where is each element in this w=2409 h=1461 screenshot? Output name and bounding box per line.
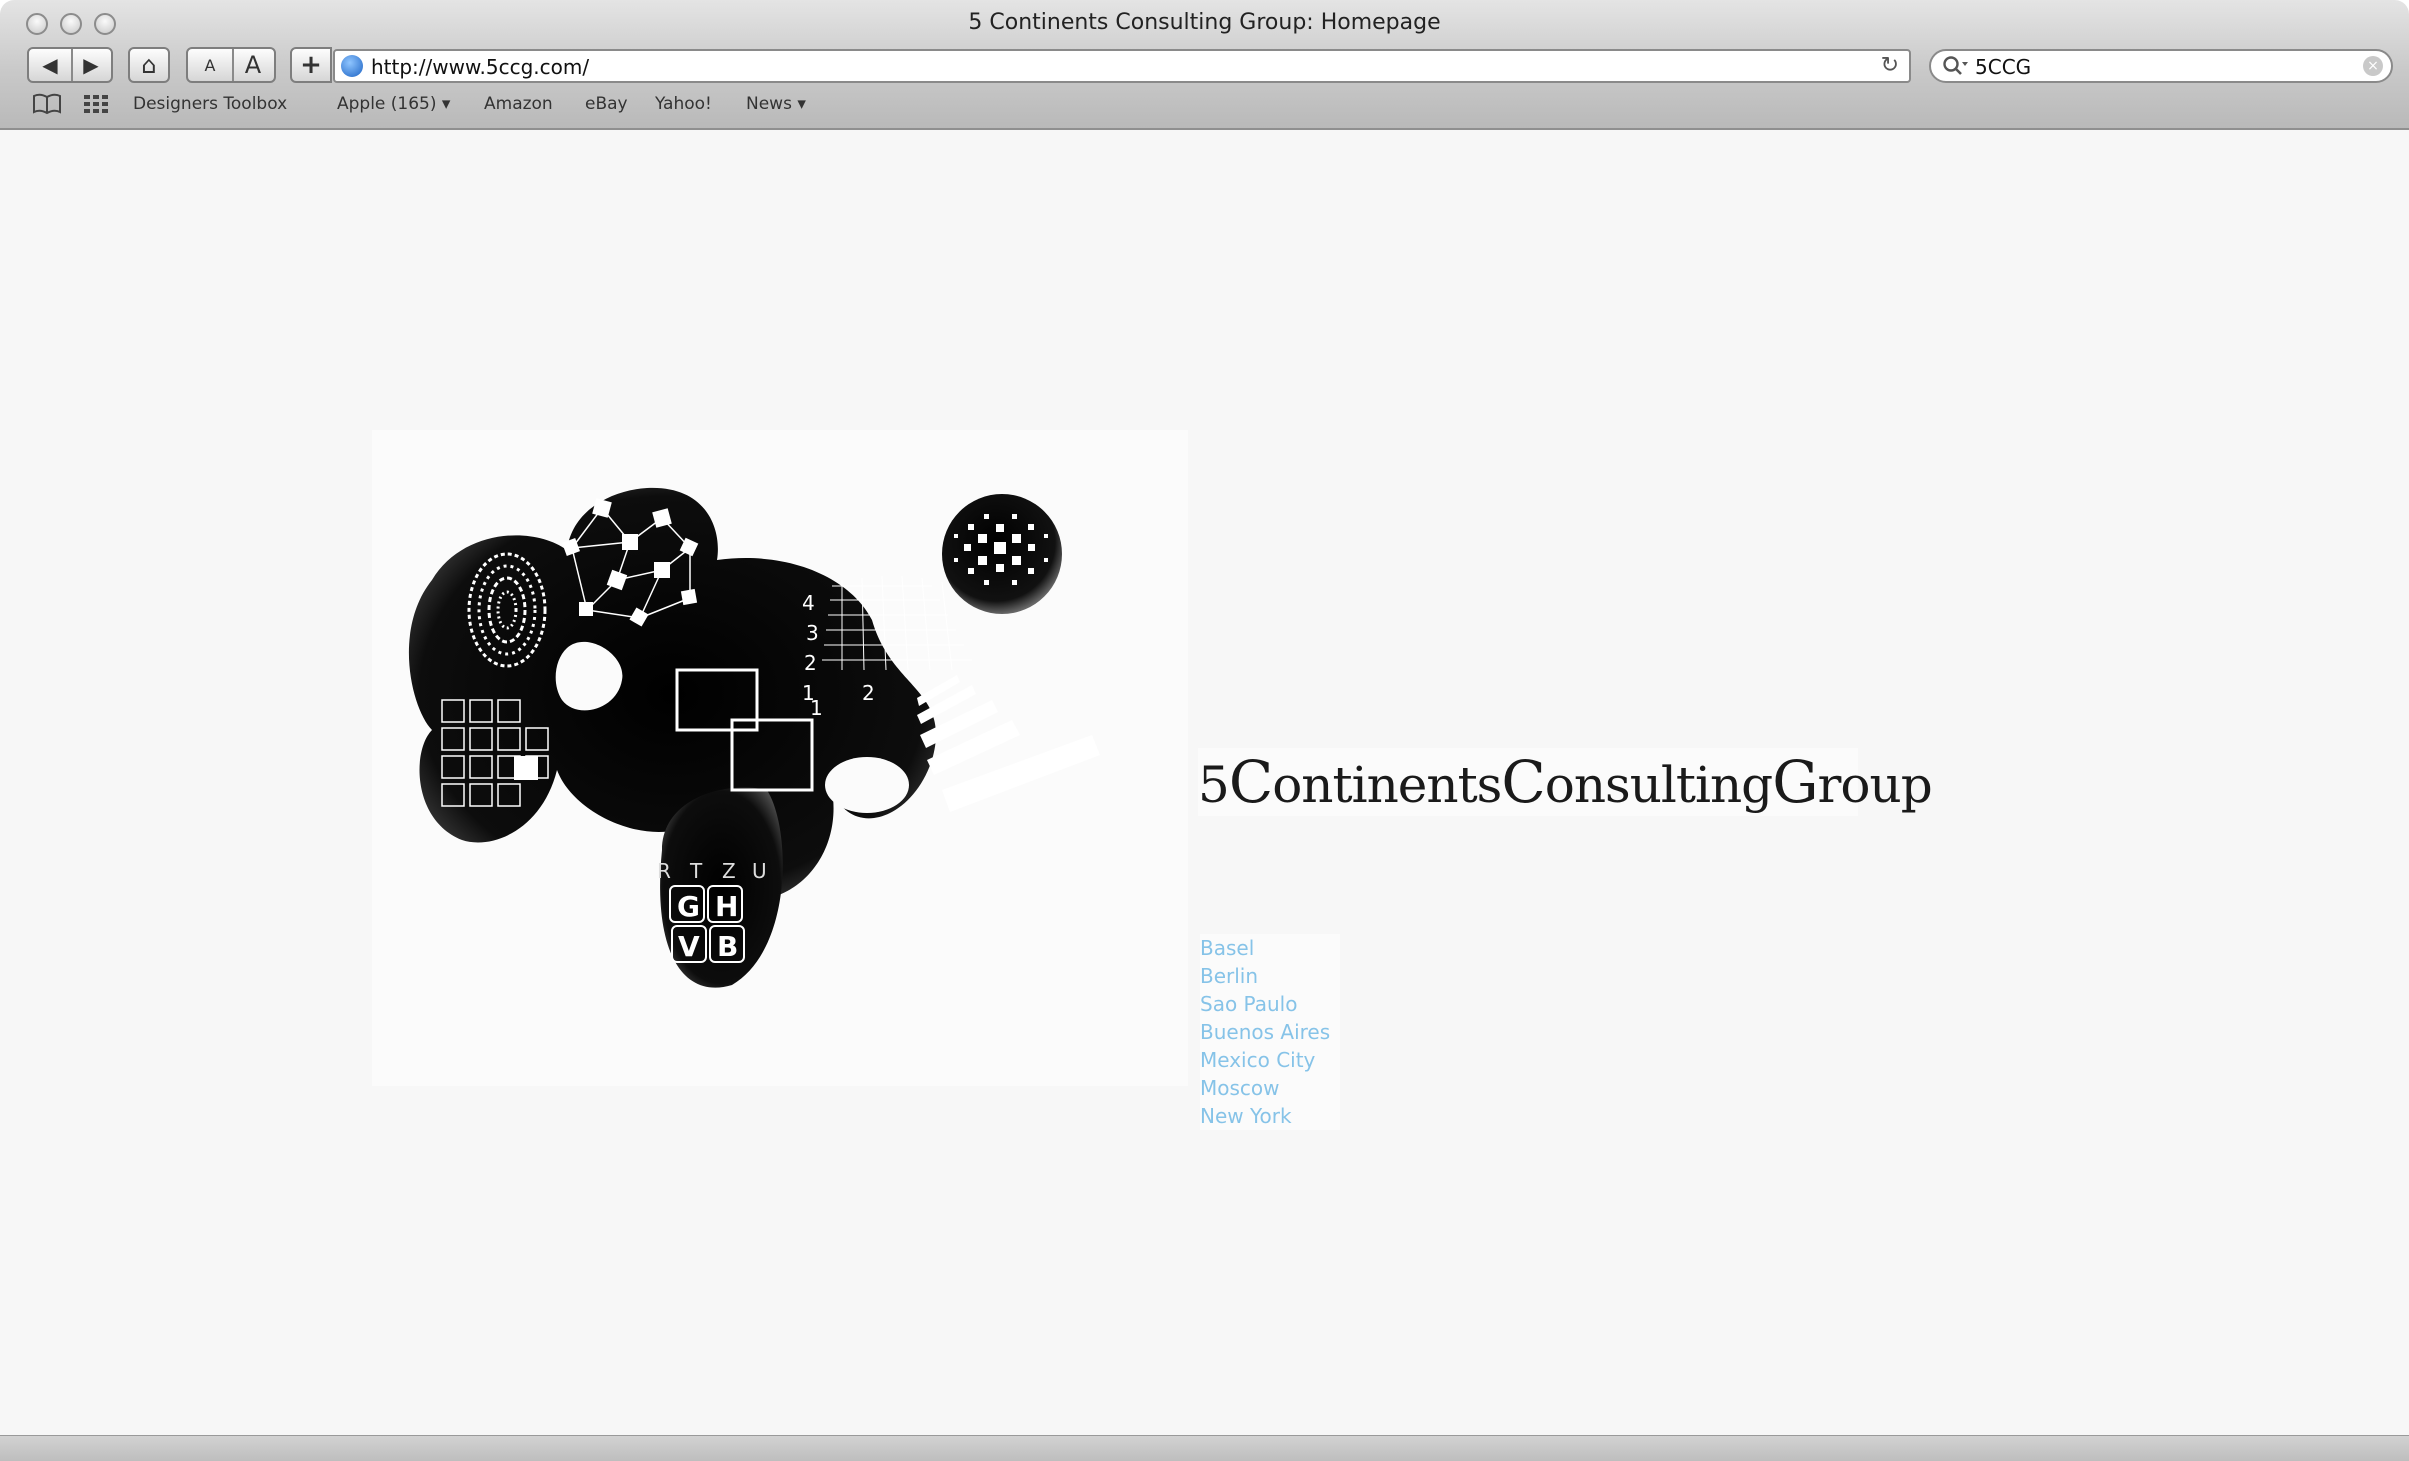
city-link-sao-paulo[interactable]: Sao Paulo [1200, 990, 1340, 1018]
svg-text:R: R [657, 859, 671, 883]
blob-hole [825, 757, 909, 813]
diagonal-bars [917, 675, 1100, 812]
hero-artwork: 1234 21 G H V B R T Z U [372, 430, 1188, 1086]
bookmark-ebay[interactable]: eBay [585, 94, 628, 114]
city-link-new-york[interactable]: New York [1200, 1102, 1340, 1130]
svg-text:H: H [715, 890, 738, 923]
brand-part: C [1228, 748, 1273, 816]
back-arrow-icon: ◀ [42, 53, 58, 77]
home-button[interactable]: ⌂ [128, 47, 170, 83]
globe-icon [341, 55, 363, 77]
svg-text:3: 3 [806, 621, 819, 645]
search-input-value: 5CCG [1975, 55, 2032, 79]
text-size-group: A A [186, 47, 276, 83]
svg-text:U: U [752, 859, 767, 883]
city-link-basel[interactable]: Basel [1200, 934, 1340, 962]
forward-button[interactable]: ▶ [71, 49, 111, 81]
reload-icon[interactable]: ↻ [1881, 53, 1899, 78]
city-link-moscow[interactable]: Moscow [1200, 1074, 1340, 1102]
svg-text:2: 2 [804, 651, 817, 675]
bookmark-news-menu[interactable]: News ▾ [746, 94, 806, 114]
bookmarks-bar: Designers Toolbox Apple (165) ▾ Amazon e… [0, 90, 2409, 122]
pixel-grid-highlight [514, 756, 538, 780]
svg-text:1: 1 [810, 696, 823, 720]
brand-part: C [1501, 748, 1545, 816]
svg-text:4: 4 [802, 591, 815, 615]
text-bigger-icon: A [244, 51, 262, 79]
search-field[interactable]: 5CCG × [1929, 49, 2393, 83]
bookmark-amazon[interactable]: Amazon [484, 94, 553, 114]
browser-toolbar: 5 Continents Consulting Group: Homepage … [0, 0, 2409, 130]
back-button[interactable]: ◀ [29, 49, 73, 81]
city-links: Basel Berlin Sao Paulo Buenos Aires Mexi… [1200, 934, 1340, 1130]
clear-search-icon[interactable]: × [2363, 56, 2383, 76]
svg-text:B: B [717, 930, 738, 963]
brand-part: onsulting [1544, 756, 1773, 814]
bookmark-yahoo[interactable]: Yahoo! [655, 94, 712, 114]
status-bar [0, 1435, 2409, 1461]
plus-icon: + [300, 50, 322, 80]
brand-part: G [1772, 748, 1818, 816]
magnifier-svg [1943, 56, 1968, 75]
svg-text:V: V [678, 930, 700, 963]
brand-wordmark: 5ContinentsConsultingGroup [1198, 748, 1933, 816]
text-smaller-button[interactable]: A [188, 49, 234, 81]
brand-part: roup [1817, 756, 1933, 814]
bookmark-apple-menu[interactable]: Apple (165) ▾ [337, 94, 450, 114]
top-sites-grid-icon[interactable] [82, 92, 110, 121]
magnifier-icon [1941, 53, 1969, 84]
home-icon: ⌂ [141, 51, 157, 79]
forward-arrow-icon: ▶ [83, 53, 99, 77]
city-link-mexico-city[interactable]: Mexico City [1200, 1046, 1340, 1074]
svg-text:T: T [689, 859, 703, 883]
hero-illustration: 1234 21 G H V B R T Z U [408, 487, 1100, 988]
text-bigger-button[interactable]: A [232, 49, 274, 81]
window-title: 5 Continents Consulting Group: Homepage [968, 10, 1441, 35]
url-text: http://www.5ccg.com/ [371, 55, 590, 79]
back-forward-group: ◀ ▶ [27, 47, 113, 83]
svg-text:G: G [677, 890, 700, 923]
address-bar[interactable]: http://www.5ccg.com/ ↻ [333, 49, 1911, 83]
text-smaller-icon: A [204, 55, 216, 75]
bookmark-designers-toolbox[interactable]: Designers Toolbox [133, 94, 287, 114]
svg-text:2: 2 [862, 681, 875, 705]
add-bookmark-button[interactable]: + [290, 47, 332, 83]
brand-part: 5 [1198, 756, 1230, 814]
brand-part: ontinents [1272, 756, 1502, 814]
city-link-berlin[interactable]: Berlin [1200, 962, 1340, 990]
svg-text:Z: Z [722, 859, 736, 883]
city-link-buenos-aires[interactable]: Buenos Aires [1200, 1018, 1340, 1046]
bookmarks-book-icon[interactable] [32, 92, 62, 121]
browser-window: 5 Continents Consulting Group: Homepage … [0, 0, 2409, 1461]
